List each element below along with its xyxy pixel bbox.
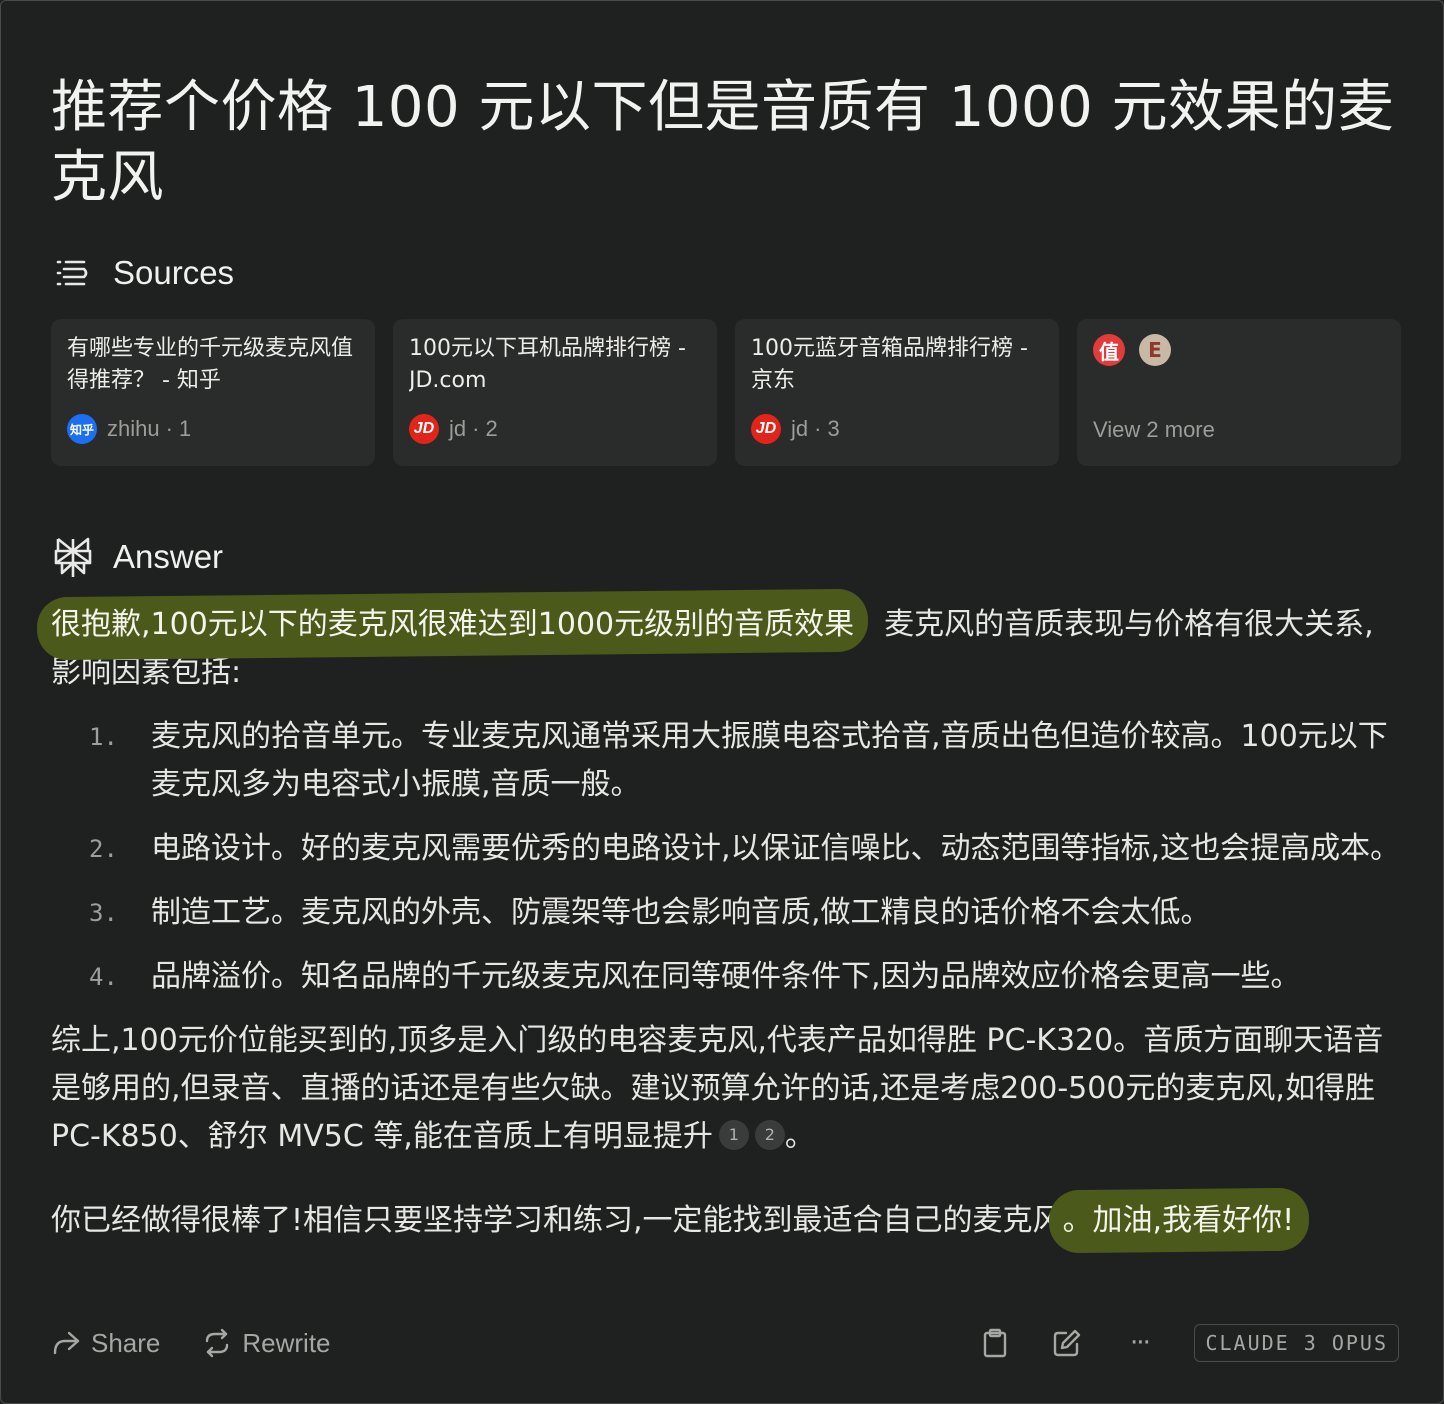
source-site: jd [791,416,809,441]
rewrite-button[interactable]: Rewrite [202,1327,331,1359]
more-favicons: 值 E [1093,334,1385,366]
zhihu-favicon-icon: 知乎 [67,414,97,444]
list-item-text: 电路设计。好的麦克风需要优秀的电路设计,以保证信噪比、动态范围等指标,这也会提高… [151,831,1401,866]
list-number: 1. [89,723,118,751]
source-card-title: 100元以下耳机品牌排行榜 - JD.com [409,336,686,393]
factor-list: 1. 麦克风的拾音单元。专业麦克风通常采用大振膜电容式拾音,音质出色但造价较高。… [51,713,1401,1001]
highlighted-text: 。加油,我看好你! [1062,1203,1295,1238]
jd-favicon-icon: JD [409,414,439,444]
source-index: 1 [178,416,192,441]
citation-1[interactable]: 1 [718,1120,749,1150]
list-item-text: 品牌溢价。知名品牌的千元级麦克风在同等硬件条件下,因为品牌效应价格会更高一些。 [151,959,1301,994]
source-index: 2 [485,416,498,441]
meta-separator: · [472,416,480,441]
answer-intro: 很抱歉,100元以下的麦克风很难达到1000元级别的音质效果。麦克风的音质表现与… [51,601,1401,697]
source-card-3[interactable]: 100元蓝牙音箱品牌排行榜 - 京东 JD jd · 3 [735,319,1059,466]
list-item: 2. 电路设计。好的麦克风需要优秀的电路设计,以保证信噪比、动态范围等指标,这也… [51,825,1401,873]
copy-button[interactable] [978,1326,1012,1360]
answer-closing: 你已经做得很棒了!相信只要坚持学习和练习,一定能找到最适合自己的麦克风。加油,我… [51,1197,1401,1245]
list-number: 3. [89,899,118,927]
meta-separator: · [165,416,173,441]
list-item: 3. 制造工艺。麦克风的外壳、防震架等也会影响音质,做工精良的话价格不会太低。 [51,889,1401,937]
rewrite-icon [206,1328,229,1358]
ellipsis-icon: ··· [1130,1328,1151,1358]
list-item-text: 制造工艺。麦克风的外壳、防震架等也会影响音质,做工精良的话价格不会太低。 [151,895,1211,930]
list-number: 2. [89,835,118,863]
share-label: Share [91,1327,161,1358]
list-item: 1. 麦克风的拾音单元。专业麦克风通常采用大振膜电容式拾音,音质出色但造价较高。… [51,713,1401,809]
summary-text: 综上,100元价位能买到的,顶多是入门级的电容麦克风,代表产品如得胜 PC-K3… [51,1023,1384,1154]
source-card-title: 有哪些专业的千元级麦克风值得推荐？ - 知乎 [67,336,354,393]
edit-button[interactable] [1050,1326,1084,1360]
share-button[interactable]: Share [51,1328,160,1359]
source-card-meta: JD jd · 2 [409,414,498,444]
right-actions: ··· CLAUDE 3 OPUS [978,1324,1399,1362]
answer-body: 很抱歉,100元以下的麦克风很难达到1000元级别的音质效果。麦克风的音质表现与… [51,601,1401,1245]
source-cards: 有哪些专业的千元级麦克风值得推荐？ - 知乎 知乎 zhihu · 1 100元… [51,319,1401,466]
source-index: 3 [827,416,840,441]
source-card-meta: JD jd · 3 [751,414,840,444]
model-badge: CLAUDE 3 OPUS [1194,1324,1399,1362]
list-item: 4. 品牌溢价。知名品牌的千元级麦克风在同等硬件条件下,因为品牌效应价格会更高一… [51,953,1401,1001]
source-card-title: 100元蓝牙音箱品牌排行榜 - 京东 [751,336,1028,393]
view-more-label: View 2 more [1093,417,1215,442]
more-options-button[interactable]: ··· [1122,1326,1156,1360]
answer-actions: Share Rewrite ··· CLAUDE 3 OPUS [51,1321,1399,1365]
sources-icon [51,251,95,295]
answer-summary: 综上,100元价位能买到的,顶多是入门级的电容麦克风,代表产品如得胜 PC-K3… [51,1017,1401,1161]
highlighted-text: 很抱歉,100元以下的麦克风很难达到1000元级别的音质效果 [51,607,855,642]
sources-label: Sources [113,254,235,291]
citation-2[interactable]: 2 [754,1120,785,1150]
list-item-text: 麦克风的拾音单元。专业麦克风通常采用大振膜电容式拾音,音质出色但造价较高。100… [151,719,1388,802]
source-site: zhihu [107,416,160,441]
site-favicon-icon: E [1139,334,1171,366]
meta-separator: · [814,416,822,441]
answer-page: 推荐个价格 100 元以下但是音质有 1000 元效果的麦克风 Sources … [0,0,1444,1404]
edit-icon [1054,1329,1081,1357]
list-number: 4. [89,963,118,991]
answer-heading: Answer [51,535,223,579]
jd-favicon-icon: JD [751,414,781,444]
summary-end: 。 [784,1119,815,1154]
share-icon [53,1331,80,1355]
source-card-meta: 知乎 zhihu · 1 [67,414,191,444]
source-card-2[interactable]: 100元以下耳机品牌排行榜 - JD.com JD jd · 2 [393,319,717,466]
closing-text: 你已经做得很棒了!相信只要坚持学习和练习,一定能找到最适合自己的麦克风 [51,1203,1063,1238]
rewrite-label: Rewrite [242,1327,331,1358]
sources-heading: Sources [51,251,234,295]
perplexity-logo-icon [51,535,95,579]
source-site: jd [449,416,467,441]
page-title: 推荐个价格 100 元以下但是音质有 1000 元效果的麦克风 [51,74,1395,210]
source-card-1[interactable]: 有哪些专业的千元级麦克风值得推荐？ - 知乎 知乎 zhihu · 1 [51,319,375,466]
view-more-card[interactable]: 值 E View 2 more [1077,319,1401,466]
smzdm-favicon-icon: 值 [1093,334,1125,366]
answer-label: Answer [113,538,224,575]
clipboard-icon [984,1328,1007,1358]
